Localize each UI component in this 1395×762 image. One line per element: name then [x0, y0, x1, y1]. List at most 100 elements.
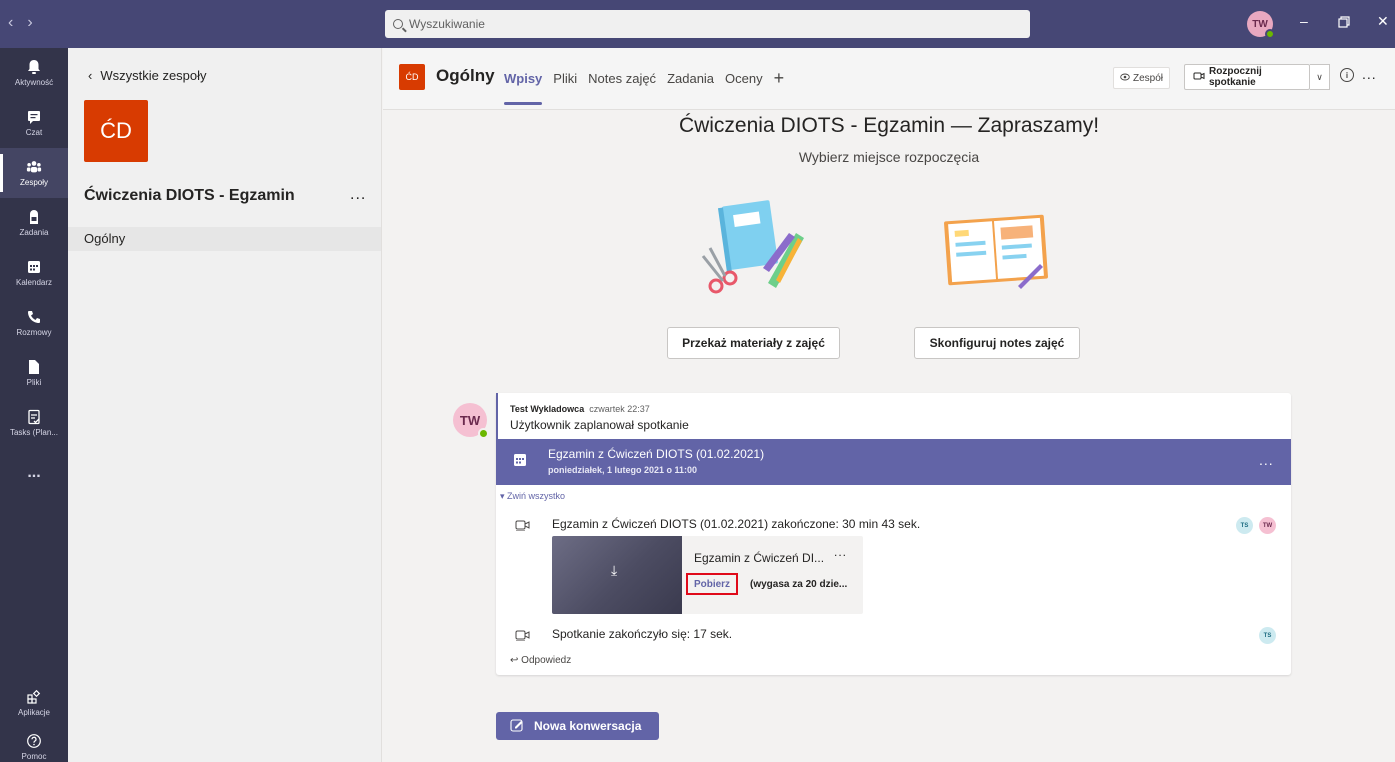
class-materials-illustration — [698, 198, 813, 298]
restore-window-icon[interactable] — [1338, 15, 1350, 31]
chevron-left-icon: ‹ — [88, 68, 93, 83]
video-camera-icon — [1193, 71, 1205, 84]
more-icon: ... — [27, 464, 41, 481]
calendar-icon — [26, 259, 42, 275]
rail-item-calendar[interactable]: Kalendarz — [0, 248, 68, 298]
meeting-options-chevron-down-icon[interactable]: ∨ — [1310, 64, 1330, 90]
reply-arrow-icon: ↩ — [510, 655, 519, 666]
channel-header: ĆD Ogólny Wpisy Pliki Notes zajęć Zadani… — [383, 48, 1395, 110]
minimize-icon[interactable]: – — [1300, 13, 1308, 29]
help-icon — [26, 733, 42, 749]
recording-title: Egzamin z Ćwiczeń DI... — [694, 551, 825, 565]
tab-files[interactable]: Pliki — [553, 71, 577, 86]
team-button[interactable]: Zespół — [1113, 67, 1171, 89]
all-teams-link[interactable]: ‹ Wszystkie zespoły — [88, 68, 207, 83]
channel-more-options-icon[interactable]: ... — [1362, 66, 1377, 82]
post-accent-bar — [496, 393, 498, 439]
meeting-more-options-icon[interactable]: ... — [1259, 452, 1274, 468]
post-header: Test Wykladowca czwartek 22:37 — [510, 404, 650, 414]
recording-thumbnail[interactable]: ⤓ — [552, 536, 682, 614]
recording-more-options-icon[interactable]: ... — [834, 545, 847, 559]
presence-available-icon — [1265, 29, 1275, 39]
meeting-date: poniedziałek, 1 lutego 2021 o 11:00 — [548, 465, 698, 475]
eye-icon — [1120, 73, 1130, 84]
rail-item-assignments[interactable]: Zadania — [0, 198, 68, 248]
recording-card[interactable]: ⤓ Egzamin z Ćwiczeń DI... ... Pobierz (w… — [552, 536, 863, 614]
rail-item-tasks[interactable]: Tasks (Plan... — [0, 398, 68, 448]
team-panel: ‹ Wszystkie zespoły ĆD Ćwiczenia DIOTS -… — [68, 48, 382, 762]
tab-assignments[interactable]: Zadania — [667, 71, 714, 86]
channel-item-general[interactable]: Ogólny — [68, 227, 381, 251]
download-button[interactable]: Pobierz — [686, 573, 738, 595]
rail-item-teams[interactable]: Zespoły — [0, 148, 68, 198]
rail-label: Aplikacje — [17, 708, 50, 717]
rail-label: Pomoc — [21, 752, 47, 761]
meeting-banner[interactable]: Egzamin z Ćwiczeń DIOTS (01.02.2021) pon… — [496, 439, 1291, 485]
tab-class-notebook[interactable]: Notes zajęć — [588, 71, 656, 86]
forward-arrow-icon[interactable]: › — [27, 14, 32, 32]
rail-label: Zadania — [19, 228, 49, 237]
welcome-title: Ćwiczenia DIOTS - Egzamin — Zapraszamy! — [678, 114, 1100, 137]
rail-label: Pliki — [26, 378, 42, 387]
team-more-options-icon[interactable]: ... — [350, 186, 366, 204]
participant-avatar[interactable]: TS — [1236, 517, 1253, 534]
post-timestamp: czwartek 22:37 — [589, 404, 650, 414]
info-icon[interactable]: i — [1340, 68, 1354, 82]
rail-item-help[interactable]: Pomoc — [0, 722, 68, 762]
post-text: Użytkownik zaplanował spotkanie — [510, 418, 689, 432]
rail-item-apps[interactable]: Aplikacje — [0, 678, 68, 728]
channel-name: Ogólny — [436, 66, 495, 85]
reply-link[interactable]: ↩ Odpowiedz — [510, 655, 571, 666]
apps-icon — [26, 689, 42, 705]
team-name: Ćwiczenia DIOTS - Egzamin — [84, 187, 295, 204]
tab-grades[interactable]: Oceny — [725, 71, 763, 86]
search-icon — [393, 19, 403, 29]
rail-item-files[interactable]: Pliki — [0, 348, 68, 398]
back-arrow-icon[interactable]: ‹ — [8, 14, 13, 32]
meeting-ended-icon — [515, 629, 531, 642]
tab-posts[interactable]: Wpisy — [504, 71, 543, 105]
app-rail: Aktywność Czat Zespoły Zadania Kalendarz… — [0, 48, 68, 762]
close-window-icon[interactable]: ✕ — [1377, 13, 1389, 30]
meeting-title: Egzamin z Ćwiczeń DIOTS (01.02.2021) — [548, 447, 765, 461]
compose-icon — [510, 718, 524, 735]
rail-label: Aktywność — [14, 78, 54, 87]
history-nav: ‹ › — [8, 14, 33, 32]
start-meeting-button[interactable]: Rozpocznij spotkanie — [1184, 64, 1310, 90]
add-tab-icon[interactable]: + — [774, 69, 785, 87]
search-input[interactable]: Wyszukiwanie — [385, 10, 1030, 38]
start-meeting-label: Rozpocznij spotkanie — [1209, 66, 1262, 88]
recording-expiry: (wygasa za 20 dzie... — [750, 579, 848, 590]
class-notebook-illustration — [938, 208, 1053, 298]
post-author-name[interactable]: Test Wykladowca — [510, 404, 584, 414]
rail-item-activity[interactable]: Aktywność — [0, 48, 68, 98]
rail-item-chat[interactable]: Czat — [0, 98, 68, 148]
new-conversation-button[interactable]: Nowa konwersacja — [496, 712, 659, 740]
download-icon[interactable]: ⤓ — [611, 562, 617, 579]
participant-avatar[interactable]: TW — [1259, 517, 1276, 534]
user-avatar[interactable]: TW — [1247, 11, 1275, 39]
bell-icon — [26, 59, 42, 75]
main-content: ĆD Ogólny Wpisy Pliki Notes zajęć Zadani… — [383, 48, 1395, 762]
participant-avatar[interactable]: TS — [1259, 627, 1276, 644]
post-author-avatar[interactable]: TW — [453, 403, 489, 439]
tasks-icon — [26, 409, 42, 425]
assignments-icon — [26, 209, 42, 225]
rail-item-calls[interactable]: Rozmowy — [0, 298, 68, 348]
new-conversation-label: Nowa konwersacja — [534, 719, 642, 733]
rail-more-apps[interactable]: ... — [0, 448, 68, 498]
distribute-materials-button[interactable]: Przekaż materiały z zajęć — [667, 327, 840, 359]
rail-label: Rozmowy — [16, 328, 52, 337]
presence-available-icon — [478, 428, 489, 439]
meeting-ended-event: Spotkanie zakończyło się: 17 sek. — [552, 627, 733, 641]
calendar-icon — [513, 453, 527, 467]
setup-class-notebook-button[interactable]: Skonfiguruj notes zajęć — [914, 327, 1080, 359]
all-teams-label: Wszystkie zespoły — [100, 68, 207, 83]
rail-label: Czat — [25, 128, 43, 137]
rail-label: Tasks (Plan... — [9, 428, 58, 437]
phone-icon — [26, 309, 42, 325]
team-avatar: ĆD — [84, 100, 148, 162]
caret-down-icon: ▾ — [500, 491, 505, 501]
user-initials: TW — [1252, 18, 1268, 30]
collapse-all-link[interactable]: ▾ Zwiń wszystko — [500, 491, 565, 502]
